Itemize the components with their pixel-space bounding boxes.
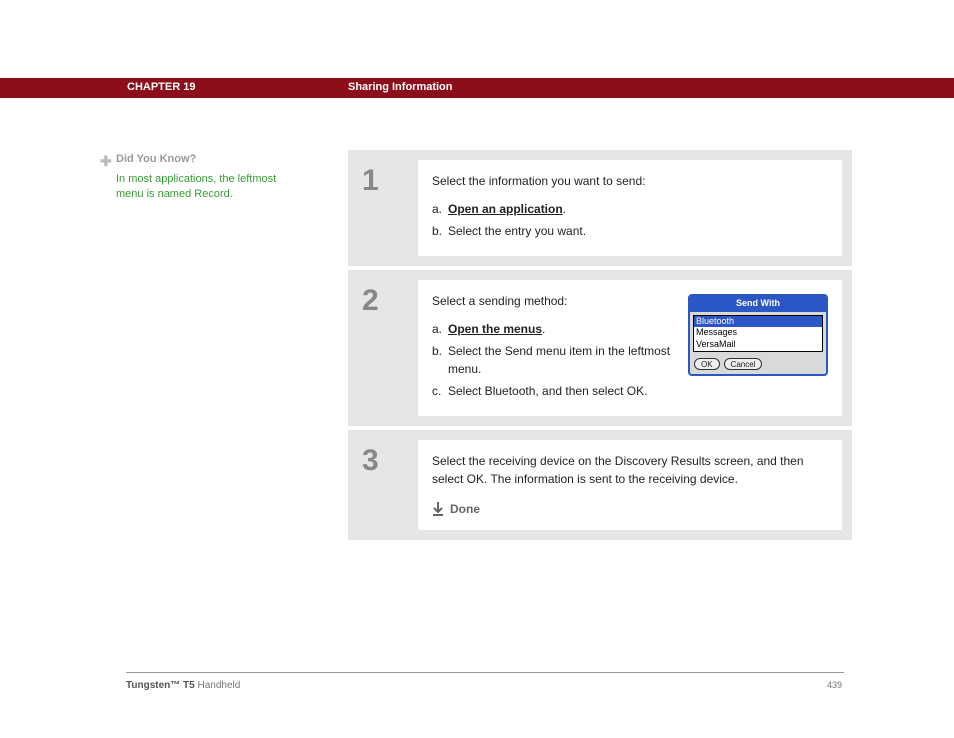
- step-2-content: Select a sending method: a.Open the menu…: [418, 280, 842, 416]
- did-you-know-title: Did You Know?: [116, 153, 196, 165]
- step-2: 2 Select a sending method: a.Open the me…: [348, 270, 852, 430]
- step-3-content: Select the receiving device on the Disco…: [418, 440, 842, 530]
- step-number: 2: [348, 270, 418, 426]
- chapter-label: CHAPTER 19: [127, 81, 195, 93]
- done-label: Done: [450, 500, 480, 518]
- dialog-title: Send With: [690, 296, 826, 312]
- plus-icon: ✚: [100, 152, 116, 172]
- footer-product-bold: Tungsten™ T5: [126, 680, 195, 691]
- step-number: 3: [348, 430, 418, 540]
- chapter-header: CHAPTER 19 Sharing Information: [0, 78, 954, 98]
- page-number: 439: [827, 680, 842, 690]
- footer-product: Tungsten™ T5 Handheld: [126, 680, 240, 691]
- step-1: 1 Select the information you want to sen…: [348, 150, 852, 270]
- cancel-button[interactable]: Cancel: [724, 358, 763, 370]
- open-application-link[interactable]: Open an application: [448, 202, 563, 216]
- dialog-item-messages[interactable]: Messages: [694, 327, 822, 339]
- section-title: Sharing Information: [348, 81, 453, 93]
- step-2-b-text: Select the Send menu item in the leftmos…: [448, 344, 670, 376]
- suffix: .: [542, 322, 545, 336]
- list-label: b.: [432, 342, 448, 360]
- list-label: a.: [432, 320, 448, 338]
- step-1-intro: Select the information you want to send:: [432, 172, 828, 190]
- done-row: Done: [432, 500, 828, 518]
- step-3-text: Select the receiving device on the Disco…: [432, 452, 828, 488]
- did-you-know-body: In most applications, the leftmost menu …: [116, 172, 300, 203]
- step-1-b: b.Select the entry you want.: [432, 222, 828, 240]
- dialog-list: Bluetooth Messages VersaMail: [693, 315, 823, 352]
- dialog-item-versamail[interactable]: VersaMail: [694, 339, 822, 351]
- dialog-buttons: OK Cancel: [690, 355, 826, 374]
- step-2-a: a.Open the menus.: [432, 320, 678, 338]
- send-with-dialog: Send With Bluetooth Messages VersaMail O…: [688, 294, 828, 376]
- list-label: b.: [432, 222, 448, 240]
- suffix: .: [563, 202, 566, 216]
- dialog-item-bluetooth[interactable]: Bluetooth: [694, 316, 822, 328]
- open-menus-link[interactable]: Open the menus: [448, 322, 542, 336]
- step-3: 3 Select the receiving device on the Dis…: [348, 430, 852, 544]
- step-2-intro: Select a sending method:: [432, 292, 678, 310]
- step-2-c-text: Select Bluetooth, and then select OK.: [448, 384, 647, 398]
- done-arrow-icon: [432, 502, 444, 516]
- step-2-c: c.Select Bluetooth, and then select OK.: [432, 382, 678, 400]
- steps-container: 1 Select the information you want to sen…: [348, 150, 852, 544]
- step-number: 1: [348, 150, 418, 266]
- footer-product-rest: Handheld: [195, 680, 241, 691]
- step-1-b-text: Select the entry you want.: [448, 224, 586, 238]
- list-label: a.: [432, 200, 448, 218]
- step-2-b: b.Select the Send menu item in the leftm…: [432, 342, 678, 378]
- step-1-content: Select the information you want to send:…: [418, 160, 842, 256]
- ok-button[interactable]: OK: [694, 358, 720, 370]
- step-1-a: a.Open an application.: [432, 200, 828, 218]
- did-you-know-box: ✚Did You Know? In most applications, the…: [100, 152, 300, 202]
- list-label: c.: [432, 382, 448, 400]
- footer-rule: [126, 672, 844, 673]
